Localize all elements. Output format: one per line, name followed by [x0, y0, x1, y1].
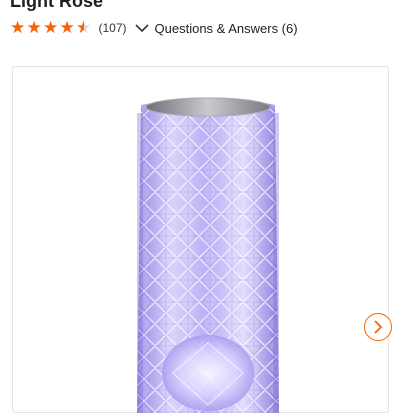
- star-icon: ★ ★: [76, 18, 92, 37]
- star-icon: ★ ★: [26, 18, 42, 37]
- chevron-down-icon[interactable]: [134, 23, 149, 33]
- product-image-gallery: [12, 66, 392, 413]
- star-icon: ★ ★: [10, 18, 26, 37]
- rating-stars[interactable]: ★ ★ ★ ★ ★ ★ ★ ★ ★ ★: [10, 18, 93, 37]
- next-image-button[interactable]: [364, 313, 392, 341]
- chevron-right-icon: [374, 320, 383, 334]
- questions-answers-link[interactable]: Questions & Answers (6): [155, 21, 298, 36]
- review-count[interactable]: (107): [99, 21, 127, 35]
- rating-row: ★ ★ ★ ★ ★ ★ ★ ★ ★ ★ (107) Questions & Answers (6): [10, 18, 298, 38]
- product-title: Light Rose: [10, 0, 103, 11]
- star-icon: ★ ★: [43, 18, 59, 37]
- crystal-rose-lamp-image: [137, 97, 279, 413]
- star-icon: ★ ★: [59, 18, 75, 37]
